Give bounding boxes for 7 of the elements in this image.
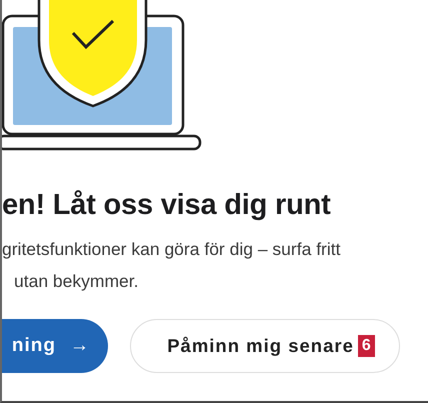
remind-later-button[interactable]: Påminn mig senare 6 (130, 318, 400, 373)
heading: en! Låt oss visa dig runt (2, 188, 332, 223)
arrow-icon: → (70, 332, 90, 360)
next-button[interactable]: ning → (2, 318, 108, 373)
description-text: utan bekymmer. (13, 270, 140, 293)
description-text: gritetsfunktioner kan göra för dig – surfa fritt (2, 238, 342, 261)
number-badge: 6 (358, 334, 375, 357)
